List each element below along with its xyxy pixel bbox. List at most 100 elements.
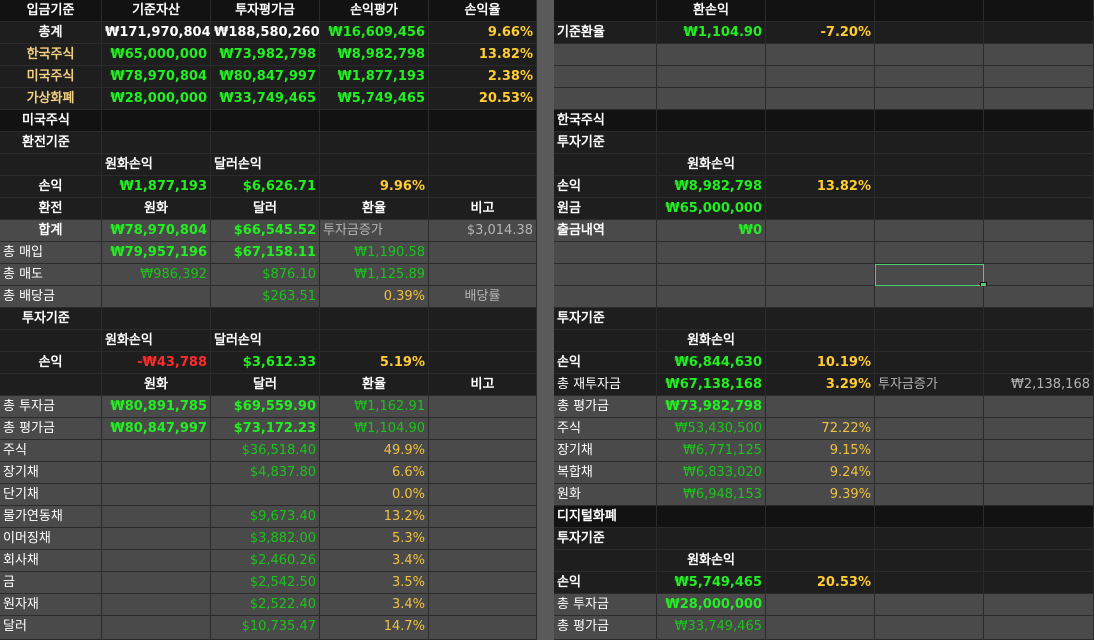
cell[interactable] <box>102 440 211 462</box>
us-asset-pct[interactable]: 0.0% <box>320 484 429 506</box>
crypto-summary-label[interactable]: 가상화폐 <box>0 88 102 110</box>
cell[interactable] <box>657 110 766 132</box>
cell[interactable] <box>102 462 211 484</box>
total-base[interactable]: ₩171,970,804 <box>102 22 211 44</box>
cell[interactable] <box>984 88 1094 110</box>
cell[interactable] <box>875 22 984 44</box>
us-sell-krw[interactable]: ₩986,392 <box>102 264 211 286</box>
us-asset-usd[interactable]: $2,460.26 <box>211 550 320 572</box>
cell[interactable] <box>0 330 102 352</box>
cell[interactable] <box>875 528 984 550</box>
kr-asset-pct[interactable]: 72.22% <box>766 418 875 440</box>
kr-pl2-rate[interactable]: 10.19% <box>766 352 875 374</box>
us-krw-pl-header-2[interactable]: 원화손익 <box>102 330 211 352</box>
us-buy-fx[interactable]: ₩1,190.58 <box>320 242 429 264</box>
cell[interactable] <box>984 616 1094 640</box>
cell[interactable] <box>429 264 537 286</box>
cell[interactable] <box>429 176 537 198</box>
us-invest-pl-usd[interactable]: $3,612.33 <box>211 352 320 374</box>
cell[interactable] <box>554 154 657 176</box>
fx-value[interactable]: ₩1,104.90 <box>657 22 766 44</box>
cell[interactable] <box>657 286 766 308</box>
cell[interactable] <box>766 110 875 132</box>
cell[interactable] <box>429 462 537 484</box>
kr-asset-pct[interactable]: 9.15% <box>766 440 875 462</box>
cell[interactable] <box>984 242 1094 264</box>
cell[interactable] <box>984 176 1094 198</box>
cell[interactable] <box>657 66 766 88</box>
cell[interactable] <box>554 88 657 110</box>
cell[interactable] <box>984 594 1094 616</box>
kr-invest-basis[interactable]: 투자기준 <box>554 132 657 154</box>
cell[interactable] <box>766 132 875 154</box>
cell[interactable] <box>657 242 766 264</box>
kr-eval-value[interactable]: ₩73,982,798 <box>657 396 766 418</box>
total-eval[interactable]: ₩188,580,260 <box>211 22 320 44</box>
cell[interactable] <box>984 220 1094 242</box>
us-asset-name[interactable]: 이머징채 <box>0 528 102 550</box>
us-sum-note[interactable]: 투자금증가 <box>320 220 429 242</box>
us-col-note[interactable]: 비고 <box>429 198 537 220</box>
us-usd-pl-header[interactable]: 달러손익 <box>211 154 320 176</box>
kr-reinvest-value[interactable]: ₩67,138,168 <box>657 374 766 396</box>
kr-summary-pl[interactable]: ₩8,982,798 <box>320 44 429 66</box>
kr-summary-eval[interactable]: ₩73,982,798 <box>211 44 320 66</box>
cell[interactable] <box>984 110 1094 132</box>
cell[interactable] <box>102 572 211 594</box>
total-label[interactable]: 총계 <box>0 22 102 44</box>
us-usd-pl-header-2[interactable]: 달러손익 <box>211 330 320 352</box>
cell[interactable] <box>766 330 875 352</box>
us-invest-pl-rate[interactable]: 5.19% <box>320 352 429 374</box>
kr-eval-label[interactable]: 총 평가금 <box>554 396 657 418</box>
kr-asset-name[interactable]: 원화 <box>554 484 657 506</box>
us-asset-pct[interactable]: 14.7% <box>320 616 429 640</box>
cell[interactable] <box>554 242 657 264</box>
cell[interactable] <box>984 462 1094 484</box>
cell[interactable] <box>429 330 537 352</box>
us-section-title[interactable]: 미국주식 <box>0 110 102 132</box>
crypto-invest-label[interactable]: 총 투자금 <box>554 594 657 616</box>
kr-asset-name[interactable]: 주식 <box>554 418 657 440</box>
crypto-summary-eval[interactable]: ₩33,749,465 <box>211 88 320 110</box>
cell[interactable] <box>211 132 320 154</box>
us-asset-pct[interactable]: 6.6% <box>320 462 429 484</box>
us-summary-base[interactable]: ₩78,970,804 <box>102 66 211 88</box>
crypto-section-title[interactable]: 디지털화폐 <box>554 506 657 528</box>
crypto-summary-pl[interactable]: ₩5,749,465 <box>320 88 429 110</box>
crypto-invest-basis[interactable]: 투자기준 <box>554 528 657 550</box>
kr-pl-rate[interactable]: 13.82% <box>766 176 875 198</box>
cell[interactable] <box>875 572 984 594</box>
cell[interactable] <box>429 528 537 550</box>
cell[interactable] <box>102 550 211 572</box>
us-total-invest-label[interactable]: 총 투자금 <box>0 396 102 418</box>
cell[interactable] <box>429 484 537 506</box>
cell[interactable] <box>320 308 429 330</box>
kr-pl2-value[interactable]: ₩6,844,630 <box>657 352 766 374</box>
cell[interactable] <box>875 66 984 88</box>
cell[interactable] <box>429 594 537 616</box>
cell[interactable] <box>429 110 537 132</box>
us-summary-pl[interactable]: ₩1,877,193 <box>320 66 429 88</box>
us-total-eval-usd[interactable]: $73,172.23 <box>211 418 320 440</box>
us-div-usd[interactable]: $263.51 <box>211 286 320 308</box>
cell[interactable] <box>875 506 984 528</box>
cell[interactable] <box>984 308 1094 330</box>
cell[interactable] <box>984 528 1094 550</box>
cell[interactable] <box>984 44 1094 66</box>
cell[interactable] <box>984 66 1094 88</box>
cell[interactable] <box>875 176 984 198</box>
us-asset-usd[interactable]: $4,837.80 <box>211 462 320 484</box>
cell[interactable] <box>429 572 537 594</box>
cell[interactable] <box>984 484 1094 506</box>
crypto-summary-rate[interactable]: 20.53% <box>429 88 537 110</box>
cell[interactable] <box>984 396 1094 418</box>
us-asset-pct[interactable]: 5.3% <box>320 528 429 550</box>
us-asset-pct[interactable]: 13.2% <box>320 506 429 528</box>
us-asset-pct[interactable]: 3.4% <box>320 594 429 616</box>
us-invest-pl-label[interactable]: 손익 <box>0 352 102 374</box>
cell[interactable] <box>657 506 766 528</box>
us-invest-pl-krw[interactable]: -₩43,788 <box>102 352 211 374</box>
kr-summary-label[interactable]: 한국주식 <box>0 44 102 66</box>
cell[interactable] <box>875 484 984 506</box>
kr-summary-base[interactable]: ₩65,000,000 <box>102 44 211 66</box>
